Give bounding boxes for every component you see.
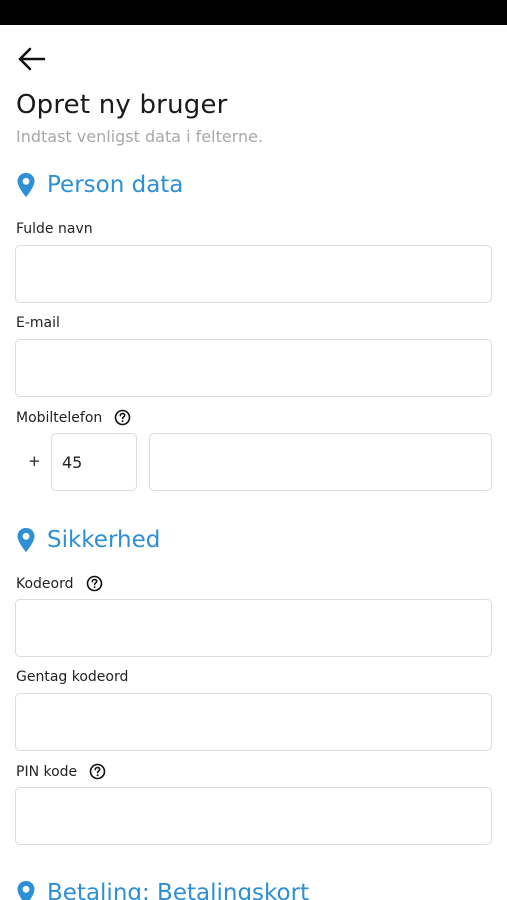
country-code-input[interactable]	[51, 433, 137, 491]
phone-label-text: Mobiltelefon	[16, 409, 103, 426]
phone-input[interactable]	[149, 433, 492, 491]
status-bar	[0, 0, 507, 25]
section-title: Sikkerhed	[47, 527, 161, 553]
repeat-password-label: Gentag kodeord	[16, 669, 129, 685]
full-name-label: Fulde navn	[16, 221, 93, 237]
password-label: Kodeord	[16, 575, 103, 592]
section-payment: Betaling: Betalingskort	[16, 880, 309, 900]
pin-label: PIN kode	[16, 763, 106, 780]
password-label-text: Kodeord	[16, 575, 74, 592]
email-label: E-mail	[16, 315, 60, 331]
password-input[interactable]	[15, 599, 492, 657]
email-input[interactable]	[15, 339, 492, 397]
back-button[interactable]	[16, 40, 56, 78]
location-pin-icon	[17, 528, 35, 552]
phone-prefix: +	[28, 452, 41, 470]
signup-screen: Opret ny bruger Indtast venligst data i …	[0, 0, 507, 900]
location-pin-icon	[17, 881, 35, 900]
location-pin-icon	[17, 173, 35, 197]
pin-label-text: PIN kode	[16, 763, 78, 780]
arrow-left-icon	[16, 46, 46, 72]
pin-input[interactable]	[15, 787, 492, 845]
page-title: Opret ny bruger	[16, 90, 228, 120]
section-security: Sikkerhed	[16, 527, 160, 553]
section-person-data: Person data	[16, 172, 183, 198]
page-subtitle: Indtast venligst data i felterne.	[16, 127, 264, 146]
help-circle-icon[interactable]	[86, 575, 103, 592]
phone-label: Mobiltelefon	[16, 409, 131, 426]
section-title: Betaling: Betalingskort	[47, 880, 310, 900]
repeat-password-input[interactable]	[15, 693, 492, 751]
help-circle-icon[interactable]	[114, 409, 131, 426]
full-name-input[interactable]	[15, 245, 492, 303]
section-title: Person data	[47, 172, 184, 198]
help-circle-icon[interactable]	[89, 763, 106, 780]
